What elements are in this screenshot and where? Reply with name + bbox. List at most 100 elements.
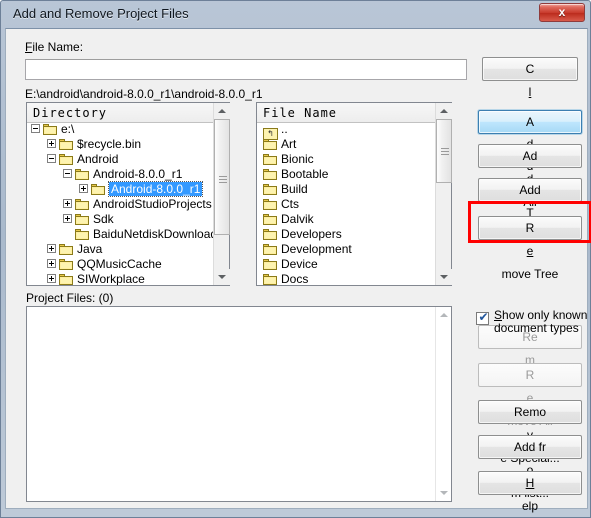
file-list-item[interactable]: ↰.. [260,123,438,140]
directory-scroll-down-button[interactable] [214,269,230,285]
close-dialog-button[interactable]: Close [482,57,578,122]
expand-node-icon[interactable] [47,139,56,148]
show-only-known-document-types-checkbox[interactable]: ✔ [476,310,489,325]
file-list-item[interactable]: Device [260,257,438,273]
file-list-item[interactable]: Development [260,242,438,258]
project-files-scrollbar[interactable] [435,307,451,501]
file-list-item-label: Bootable [281,167,329,181]
add-tree-button[interactable]: Add Tree [478,178,582,243]
current-path-label: E:\android\android-8.0.0_r1\android-8.0.… [25,87,263,101]
directory-tree-item[interactable]: AndroidStudioProjects [27,197,213,213]
directory-scrollbar[interactable] [213,103,230,285]
file-list-item[interactable]: Bootable [260,167,438,183]
expand-node-icon[interactable] [79,184,88,193]
file-list-item[interactable]: Dalvik [260,212,438,228]
file-list-item-label: Development [281,242,352,256]
help-button-label: Help [521,476,538,513]
project-files-scroll-up-button[interactable] [436,307,452,323]
file-scroll-up-button[interactable] [436,103,452,119]
file-list-item-label: .. [281,123,288,136]
directory-tree-item[interactable]: Java [27,242,213,258]
file-list-item[interactable]: Build [260,182,438,198]
project-files-scroll-down-button[interactable] [436,485,452,501]
check-icon: ✔ [478,310,489,324]
chevron-down-icon [218,275,226,279]
remove-tree-button-label: Re move Tree [501,221,559,281]
file-list-scrollbar[interactable] [435,103,452,285]
grip-line [219,179,227,180]
expand-node-icon[interactable] [47,274,56,283]
expand-node-icon[interactable] [63,199,72,208]
directory-tree[interactable]: e:\ $recycle.bin Android Android-8.0.0_r1 An… [27,123,213,285]
title-bar[interactable]: Add and Remove Project Files x [1,1,590,27]
directory-tree-item-label: QQMusicCache [77,257,162,271]
close-button[interactable]: x [539,3,585,22]
directory-pane-header: Directory [27,103,229,123]
directory-tree-item[interactable]: $recycle.bin [27,137,213,153]
folder-icon [263,259,278,271]
folder-icon [75,199,90,211]
collapse-node-icon[interactable] [31,124,40,133]
collapse-node-icon[interactable] [63,169,72,178]
grip-line [441,151,449,152]
file-list-item-label: Art [281,137,297,151]
folder-icon [75,214,90,226]
file-list-item[interactable]: Bionic [260,152,438,168]
grip-line [441,154,449,155]
collapse-node-icon[interactable] [47,154,56,163]
checkbox-label-line2: document types [494,321,579,335]
folder-icon [59,244,74,256]
file-list-item[interactable]: Art [260,137,438,153]
directory-tree-item-label: $recycle.bin [77,137,142,151]
directory-scroll-thumb[interactable] [214,119,230,235]
remove-special-button[interactable]: Remove Special... [478,400,582,465]
file-list-item[interactable]: Docs [260,272,438,285]
add-all-button[interactable]: Add All [478,144,582,209]
chevron-up-icon [440,109,448,113]
directory-tree-item[interactable]: Android [27,152,213,168]
directory-tree-item[interactable]: QQMusicCache [27,257,213,273]
directory-tree-item-label: AndroidStudioProjects [93,197,212,211]
directory-tree-item[interactable]: SIWorkplace [27,272,213,285]
grip-line [219,176,227,177]
directory-pane: Directory e:\ $recycle.bin Android Android-… [26,102,230,286]
remove-tree-button[interactable]: Re move Tree [478,216,582,281]
file-list-item[interactable]: Developers [260,227,438,243]
file-list[interactable]: ↰.. Art Bionic Bootable Build Cts Dalvik Develo… [257,123,438,285]
directory-tree-item[interactable]: Sdk [27,212,213,228]
file-name-input[interactable] [25,59,467,80]
add-from-list-button[interactable]: Add from list... [478,435,582,500]
file-name-pane-header: File Name [257,103,451,123]
file-scroll-down-button[interactable] [436,269,452,285]
file-list-item[interactable]: Cts [260,197,438,213]
directory-tree-item[interactable]: e:\ [27,123,213,138]
project-files-pane[interactable] [26,306,452,502]
folder-icon [263,229,278,241]
folder-icon [43,124,58,136]
directory-tree-item-label: Android-8.0.0_r1 [107,181,204,197]
folder-icon [59,154,74,166]
close-icon: x [558,5,566,19]
file-name-pane: File Name ↰.. Art Bionic Bootable Build Cts Da… [256,102,452,286]
directory-tree-item[interactable]: BaiduNetdiskDownload [27,227,213,243]
dialog-client-area: File Name: E:\android\android-8.0.0_r1\a… [5,28,591,513]
help-button[interactable]: Help [478,471,582,513]
directory-tree-item-label: Android-8.0.0_r1 [93,167,183,181]
project-files-list[interactable] [27,307,435,501]
directory-tree-item-label: BaiduNetdiskDownload [93,227,213,241]
expand-node-icon[interactable] [63,214,72,223]
expand-node-icon[interactable] [47,259,56,268]
folder-icon [263,184,278,196]
directory-tree-item[interactable]: Android-8.0.0_r1 [27,181,213,198]
directory-scroll-up-button[interactable] [214,103,230,119]
file-scroll-thumb[interactable] [436,119,452,183]
folder-icon [263,169,278,181]
checkbox-label-line1-rest: how only known [502,308,588,322]
directory-tree-item[interactable]: Android-8.0.0_r1 [27,167,213,183]
folder-icon [263,154,278,166]
expand-node-icon[interactable] [47,244,56,253]
file-list-item-label: Build [281,182,308,196]
folder-icon [263,274,278,285]
directory-tree-item-label: SIWorkplace [77,272,145,285]
add-button[interactable]: Add [478,110,582,173]
